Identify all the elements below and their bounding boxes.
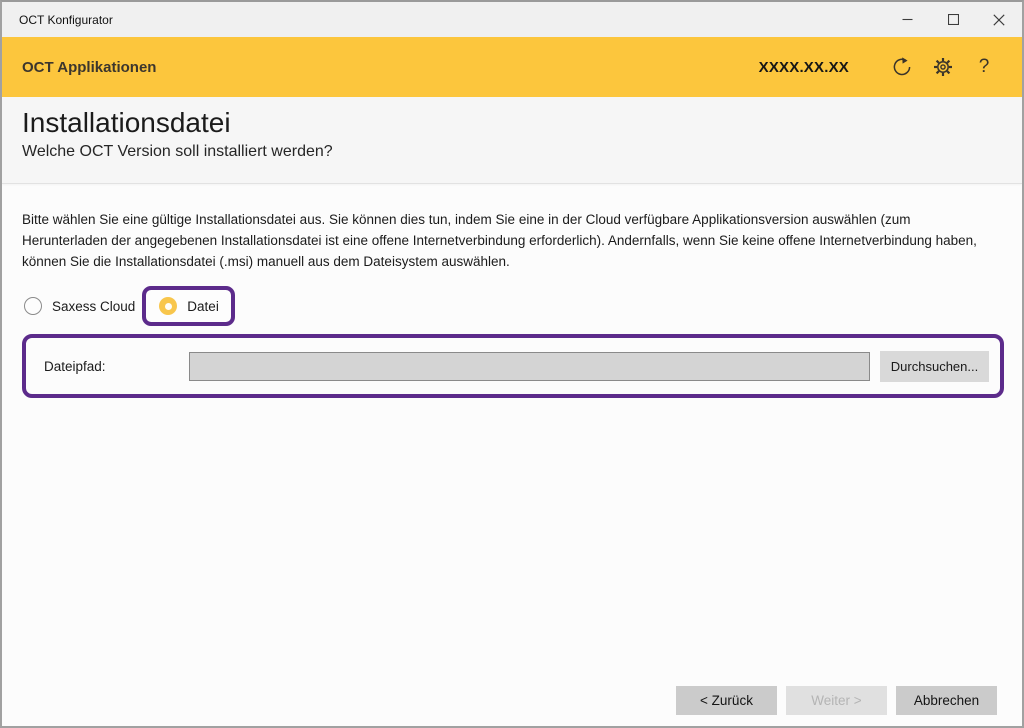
back-button[interactable]: < Zurück [676, 686, 777, 715]
wizard-footer: < Zurück Weiter > Abbrechen [676, 686, 997, 715]
browse-button[interactable]: Durchsuchen... [880, 351, 989, 382]
maximize-button[interactable] [930, 2, 976, 37]
radio-datei-label: Datei [187, 299, 219, 314]
maximize-icon [948, 14, 959, 25]
refresh-icon[interactable] [890, 55, 914, 79]
next-button[interactable]: Weiter > [786, 686, 887, 715]
window-title: OCT Konfigurator [2, 13, 884, 27]
help-icon[interactable]: ? [972, 55, 996, 79]
page-subtitle: Welche OCT Version soll installiert werd… [22, 143, 1022, 161]
titlebar: OCT Konfigurator [2, 2, 1022, 37]
radio-unselected-icon [24, 297, 42, 315]
radio-datei[interactable]: Datei [159, 297, 219, 315]
minimize-icon [902, 14, 913, 25]
radio-datei-highlight-box: Datei [142, 286, 235, 326]
window-controls [884, 2, 1022, 37]
close-button[interactable] [976, 2, 1022, 37]
page-title: Installationsdatei [22, 106, 1022, 140]
appbar-actions: XXXX.XX.XX [759, 55, 996, 79]
filepath-input[interactable] [189, 352, 870, 381]
source-radio-group: Saxess Cloud Datei [24, 284, 1022, 328]
radio-saxess-cloud-label: Saxess Cloud [52, 299, 135, 314]
help-glyph: ? [979, 56, 990, 78]
appbar: OCT Applikationen XXXX.XX.XX [2, 37, 1022, 97]
close-icon [993, 14, 1005, 26]
filepath-label: Dateipfad: [44, 359, 189, 374]
app-title: OCT Applikationen [22, 59, 759, 76]
filepath-highlight-box: Dateipfad: Durchsuchen... [22, 334, 1004, 398]
description-text: Bitte wählen Sie eine gültige Installati… [22, 209, 997, 272]
version-label: XXXX.XX.XX [759, 59, 849, 76]
minimize-button[interactable] [884, 2, 930, 37]
cancel-button[interactable]: Abbrechen [896, 686, 997, 715]
radio-selected-icon [159, 297, 177, 315]
page-header: Installationsdatei Welche OCT Version so… [2, 97, 1022, 184]
app-window: OCT Konfigurator OCT Applikationen X [0, 0, 1024, 728]
settings-gear-icon[interactable] [931, 55, 955, 79]
radio-saxess-cloud[interactable]: Saxess Cloud [24, 297, 135, 315]
content-area: Bitte wählen Sie eine gültige Installati… [2, 209, 1022, 398]
